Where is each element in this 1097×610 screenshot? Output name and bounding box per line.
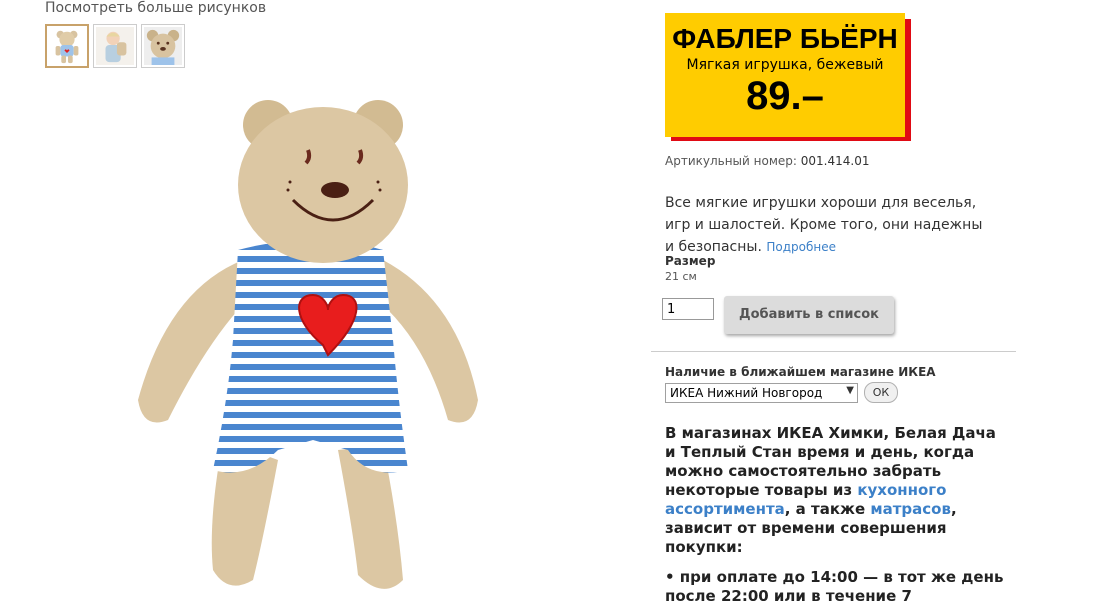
availability-label: Наличие в ближайшем магазине ИКЕА [665,365,936,379]
size-value: 21 см [665,270,697,283]
selected-store: ИКЕА Нижний Новгород [670,386,823,400]
size-label: Размер [665,254,716,268]
pickup-info: В магазинах ИКЕА Химки, Белая Дача и Теп… [665,424,1010,557]
pickup-bullet: • при оплате до 14:00 — в тот же день по… [665,568,1004,605]
store-select[interactable]: ИКЕА Нижний Новгород ▼ [665,383,858,403]
thumbnail-child-with-bear[interactable] [93,24,137,68]
article-number: 001.414.01 [800,154,870,168]
product-price: 89.– [746,74,824,118]
ok-button[interactable]: ОК [864,382,898,403]
price-tag-body: ФАБЛЕР БЬЁРН Мягкая игрушка, бежевый 89.… [665,13,905,137]
more-images-label[interactable]: Посмотреть больше рисунков [45,0,266,16]
add-to-list-button[interactable]: Добавить в список [724,296,894,334]
section-divider [651,351,1016,352]
product-type: Мягкая игрушка, бежевый [686,57,884,73]
article-label: Артикульный номер: [665,154,797,168]
child-thumb-image [96,27,134,65]
article-number-row: Артикульный номер: 001.414.01 [665,154,869,168]
thumbnail-bear-face[interactable] [141,24,185,68]
thumbnail-bear-front[interactable] [45,24,89,68]
price-tag: ФАБЛЕР БЬЁРН Мягкая игрушка, бежевый 89.… [665,13,911,141]
product-description: Все мягкие игрушки хороши для веселья, и… [665,192,995,258]
bear-thumb-image [55,30,79,64]
dropdown-arrow-icon: ▼ [846,385,854,396]
bear-face-thumb-image [144,27,182,65]
pickup-text-2: , а также [784,500,871,518]
more-details-link[interactable]: Подробнее [766,240,836,254]
mattresses-link[interactable]: матрасов [870,500,951,518]
product-page: Посмотреть больше рисунков ФАБЛЕР БЬЁРН … [0,0,1097,610]
quantity-input[interactable] [662,298,714,320]
product-name: ФАБЛЕР БЬЁРН [672,23,898,54]
thumbnail-strip [45,24,185,68]
product-main-image [138,100,478,589]
